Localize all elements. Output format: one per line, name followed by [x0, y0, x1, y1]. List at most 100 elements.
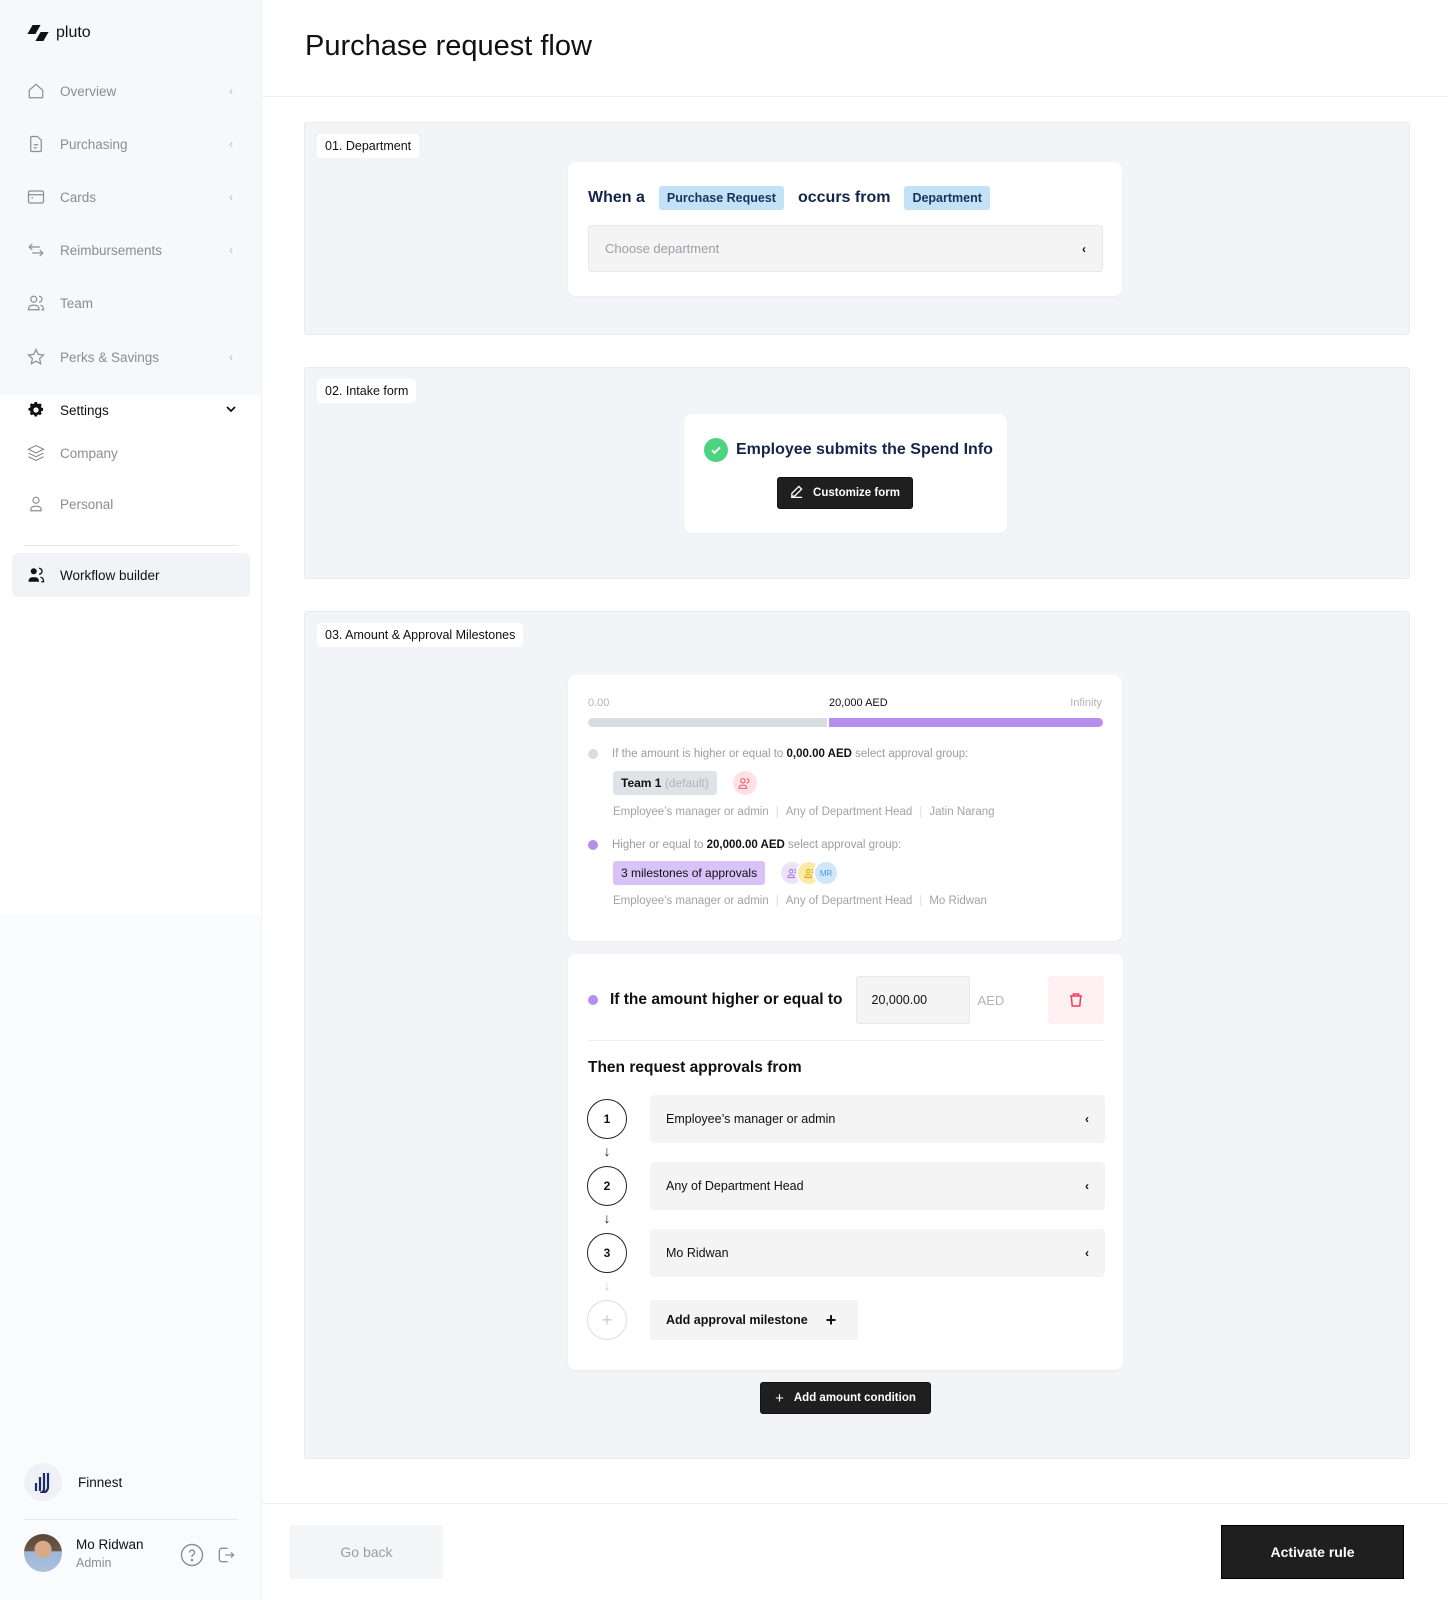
approver-list: Employee’s manager or admin | Any of Depa… [613, 895, 987, 907]
sidebar-bottom-divider [24, 1519, 238, 1520]
sidebar-item-label: Cards [60, 189, 97, 205]
sidebar-item-label: Team [60, 295, 94, 311]
sidebar-item-personal[interactable]: Personal [26, 489, 238, 519]
page-title: Purchase request flow [305, 30, 592, 62]
department-select[interactable]: Choose department ‹ [588, 225, 1103, 272]
footer-divider [262, 1503, 1448, 1504]
department-select-placeholder: Choose department [605, 241, 720, 256]
when-text: When a [588, 189, 645, 206]
sidebar-item-label: Workflow builder [60, 567, 160, 583]
chevron-left-icon: ‹ [1085, 1179, 1089, 1193]
user-icon [26, 494, 46, 514]
sidebar-item-reimbursements[interactable]: Reimbursements ‹ [26, 235, 238, 265]
department-section: 01. Department When a Purchase Request o… [304, 122, 1410, 335]
approver-select-1[interactable]: Employee’s manager or admin ‹ [650, 1095, 1105, 1143]
user-profile: Mo Ridwan Admin [24, 1534, 236, 1572]
organization[interactable]: Finnest [24, 1463, 122, 1501]
intake-card: Employee submits the Spend Info Customiz… [684, 414, 1007, 533]
occurs-text: occurs from [797, 189, 891, 206]
rule-dot [588, 840, 598, 850]
approver-select-3[interactable]: Mo Ridwan ‹ [650, 1229, 1105, 1277]
user-role: Admin [76, 1555, 112, 1570]
arrow-down-icon: ↓ [603, 1143, 611, 1159]
sidebar-item-company[interactable]: Company [26, 438, 238, 468]
add-approval-milestone-button[interactable]: Add approval milestone + [650, 1300, 858, 1340]
range-mid-label: 20,000 AED [829, 697, 888, 709]
sidebar-item-workflow-builder[interactable]: Workflow builder [26, 560, 238, 590]
activate-rule-button[interactable]: Activate rule [1221, 1525, 1404, 1579]
user-name: Mo Ridwan [76, 1536, 144, 1552]
sidebar-item-label: Overview [60, 83, 117, 99]
chevron-down-icon [224, 403, 238, 417]
logout-icon[interactable] [216, 1545, 236, 1565]
range-segment-high [829, 718, 1103, 727]
sidebar-item-purchasing[interactable]: Purchasing ‹ [26, 129, 238, 159]
sidebar-item-perks-savings[interactable]: Perks & Savings ‹ [26, 342, 238, 372]
help-icon[interactable] [180, 1543, 204, 1567]
sidebar-item-overview[interactable]: Overview ‹ [26, 76, 238, 106]
rule-dot [588, 749, 598, 759]
sidebar-item-team[interactable]: Team [26, 288, 238, 318]
logo[interactable]: pluto [26, 24, 91, 42]
pluto-logo-icon [26, 25, 49, 41]
customize-form-label: Customize form [813, 487, 900, 499]
condition-dot [588, 995, 598, 1005]
approval-group-chip[interactable]: 3 milestones of approvals [613, 861, 766, 885]
chevron-left-icon: ‹ [1082, 241, 1086, 256]
pencil-icon [790, 485, 803, 501]
header-divider [262, 96, 1448, 97]
range-segment-low [588, 718, 827, 727]
delete-condition-button[interactable] [1048, 976, 1104, 1024]
check-circle-icon [704, 438, 728, 462]
amount-condition-card: If the amount higher or equal to AED The… [568, 954, 1123, 1370]
sidebar-item-label: Reimbursements [60, 242, 163, 258]
trigger-chip: Purchase Request [658, 186, 784, 210]
amount-milestones-section: 03. Amount & Approval Milestones 0.00 20… [304, 611, 1410, 1459]
card-icon [26, 187, 46, 207]
step-number: 1 [587, 1099, 627, 1139]
rule-text: If the amount is higher or equal to 0,00… [612, 748, 969, 760]
amount-range-bar[interactable] [588, 718, 1103, 727]
amount-input[interactable] [855, 976, 970, 1024]
sidebar-item-label: Perks & Savings [60, 349, 160, 365]
sidebar-item-label: Personal [60, 496, 114, 512]
section-tag: 01. Department [317, 134, 420, 158]
approval-rule-high: Higher or equal to 20,000.00 AED select … [588, 839, 1088, 907]
sidebar-item-cards[interactable]: Cards ‹ [26, 182, 238, 212]
condition-row: If the amount higher or equal to AED [588, 976, 1104, 1024]
approver-list: Employee’s manager or admin | Any of Depa… [613, 806, 995, 818]
sidebar-item-settings[interactable]: Settings [26, 395, 238, 425]
approval-group-chip[interactable]: Team 1 (default) [613, 771, 717, 795]
users-icon [26, 293, 46, 313]
range-max-label: Infinity [1070, 697, 1102, 709]
arrows-swap-icon [26, 240, 46, 260]
customize-form-button[interactable]: Customize form [777, 477, 913, 509]
brand-name: pluto [56, 24, 91, 41]
avatar[interactable] [24, 1534, 62, 1572]
trash-icon [1070, 993, 1082, 1007]
sidebar: pluto Overview ‹ Purchasing ‹ Cards ‹ Re… [0, 0, 262, 1600]
go-back-button[interactable]: Go back [290, 1525, 443, 1579]
document-icon [26, 134, 46, 154]
then-title: Then request approvals from [588, 1059, 802, 1076]
add-step-icon[interactable]: + [587, 1300, 627, 1340]
add-amount-condition-button[interactable]: + Add amount condition [760, 1382, 931, 1414]
chevron-left-icon: ‹ [229, 350, 233, 364]
star-icon [26, 347, 46, 367]
condition-label: If the amount higher or equal to [610, 991, 843, 1008]
trigger-sentence: When a Purchase Request occurs from Depa… [588, 186, 990, 210]
currency-label: AED [977, 992, 1005, 1008]
organization-logo-icon [24, 1463, 62, 1501]
gear-icon [26, 400, 46, 420]
sidebar-settings-area [0, 395, 261, 915]
intake-form-section: 02. Intake form Employee submits the Spe… [304, 367, 1410, 579]
range-labels: 0.00 20,000 AED Infinity [588, 697, 1102, 713]
plus-icon: + [775, 1389, 784, 1407]
arrow-down-icon: ↓ [603, 1210, 611, 1226]
avatar-initials: MR [813, 860, 840, 886]
section-tag: 02. Intake form [317, 379, 417, 403]
rule-text: Higher or equal to 20,000.00 AED select … [612, 839, 902, 851]
approver-select-2[interactable]: Any of Department Head ‹ [650, 1162, 1105, 1210]
step-number: 2 [587, 1166, 627, 1206]
sidebar-divider [24, 545, 238, 546]
